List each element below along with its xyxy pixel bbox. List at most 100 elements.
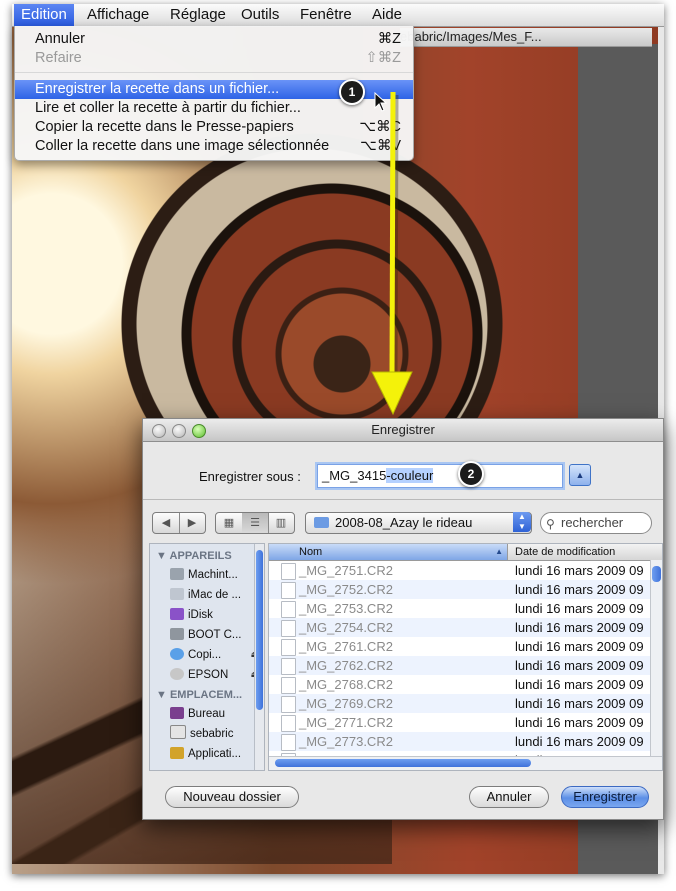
menu-fenetre[interactable]: Fenêtre	[293, 4, 359, 26]
table-row[interactable]: _MG_2752.CR2 lundi 16 mars 2009 09	[269, 580, 650, 599]
sidebar-item-label: EPSON	[188, 669, 229, 681]
sidebar-header-places[interactable]: ▼ EMPLACEM...	[156, 689, 242, 701]
file-date: lundi 16 mars 2009 09	[515, 715, 644, 730]
table-row[interactable]: _MG_2751.CR2 lundi 16 mars 2009 09	[269, 561, 650, 580]
menu-item-shortcut: ⌘Z	[377, 31, 401, 47]
column-view-icon[interactable]: ▥	[268, 513, 294, 533]
file-name: _MG_2768.CR2	[299, 677, 393, 692]
table-row[interactable]: _MG_2771.CR2 lundi 16 mars 2009 09	[269, 713, 650, 732]
sidebar-item-label: Bureau	[188, 708, 226, 720]
file-date: lundi 16 mars 2009 09	[515, 658, 644, 673]
file-name: _MG_2761.CR2	[299, 639, 393, 654]
hard-drive-icon	[170, 628, 184, 640]
mouse-pointer-icon	[374, 92, 388, 112]
folder-name: 2008-08_Azay le rideau	[335, 515, 473, 530]
sidebar-item-bootcamp[interactable]: BOOT C...	[170, 626, 260, 644]
table-row[interactable]: _MG_2761.CR2 lundi 16 mars 2009 09	[269, 637, 650, 656]
table-row[interactable]: _MG_2762.CR2 lundi 16 mars 2009 09	[269, 656, 650, 675]
sort-ascending-icon: ▲	[495, 547, 503, 556]
table-row[interactable]: _MG_2773.CR2 lundi 16 mars 2009 09	[269, 732, 650, 751]
raw-file-icon	[281, 715, 296, 732]
file-name: _MG_2773.CR2	[299, 734, 393, 749]
menu-item-annuler[interactable]: Annuler ⌘Z	[15, 30, 413, 49]
expand-dialog-button[interactable]: ▲	[569, 464, 591, 486]
menu-outils[interactable]: Outils	[234, 4, 286, 26]
computer-icon	[170, 588, 184, 600]
minimize-window-button[interactable]	[172, 424, 186, 438]
sidebar-item-label: sebabric	[190, 728, 234, 740]
view-mode-selector: ▦ ☰ ▥	[215, 512, 295, 534]
sidebar-header-devices[interactable]: ▼ APPAREILS	[156, 550, 232, 562]
file-date: lundi 16 mars 2009 09	[515, 677, 644, 692]
sidebar-item-applications[interactable]: Applicati...	[170, 745, 260, 763]
icon-view-icon[interactable]: ▦	[216, 513, 243, 533]
sidebar-header-label: EMPLACEM...	[169, 689, 243, 701]
menu-item-copy-recipe[interactable]: Copier la recette dans le Presse-papiers…	[15, 118, 413, 137]
filename-selection: -couleur	[386, 468, 434, 483]
dialog-title: Enregistrer	[143, 419, 663, 442]
file-date: lundi 16 mars 2009 09	[515, 582, 644, 597]
menu-bar: Edition Affichage Réglage Outils Fenêtre…	[12, 4, 664, 27]
sidebar-item-idisk[interactable]: iDisk	[170, 606, 260, 624]
column-header-bar: Nom ▲ Date de modification	[269, 544, 662, 561]
save-as-label: Enregistrer sous :	[199, 469, 301, 484]
raw-file-icon	[281, 582, 296, 599]
desktop-icon	[170, 707, 184, 719]
file-date: lundi 16 mars 2009 09	[515, 563, 644, 578]
sidebar-item-label: Copi...	[188, 649, 222, 661]
close-window-button[interactable]	[152, 424, 166, 438]
menu-item-label: Enregistrer la recette dans un fichier..…	[35, 81, 280, 97]
column-header-name[interactable]: Nom ▲	[269, 544, 508, 560]
sidebar-item-imac[interactable]: iMac de ...	[170, 586, 260, 604]
sidebar-item-label: Applicati...	[188, 748, 242, 760]
raw-file-icon	[281, 620, 296, 637]
home-icon	[170, 725, 186, 739]
table-row[interactable]: _MG_2754.CR2 lundi 16 mars 2009 09	[269, 618, 650, 637]
filename-input[interactable]: _MG_3415-couleur	[317, 464, 563, 488]
sidebar-item-bureau[interactable]: Bureau	[170, 705, 260, 723]
new-folder-button[interactable]: Nouveau dossier	[165, 786, 299, 808]
table-row[interactable]: _MG_2769.CR2 lundi 16 mars 2009 09	[269, 694, 650, 713]
menu-item-label: Lire et coller la recette à partir du fi…	[35, 100, 301, 116]
file-list-vscroll-thumb[interactable]	[652, 566, 661, 582]
file-date: lundi 16 mars 2009 09	[515, 620, 644, 635]
save-button[interactable]: Enregistrer	[561, 786, 649, 808]
back-arrow-icon[interactable]: ◀	[153, 513, 180, 533]
sidebar-item-label: iDisk	[188, 609, 213, 621]
table-row[interactable]: _MG_2753.CR2 lundi 16 mars 2009 09	[269, 599, 650, 618]
file-date: lundi 16 mars 2009 09	[515, 696, 644, 711]
applications-icon	[170, 747, 184, 759]
sidebar-item-home[interactable]: sebabric	[170, 725, 260, 743]
cancel-button[interactable]: Annuler	[469, 786, 549, 808]
zoom-window-button[interactable]	[192, 424, 206, 438]
file-name: _MG_2762.CR2	[299, 658, 393, 673]
menu-reglage[interactable]: Réglage	[163, 4, 233, 26]
menu-affichage[interactable]: Affichage	[80, 4, 156, 26]
sidebar-item-machintosh[interactable]: Machint...	[170, 566, 260, 584]
file-name: _MG_2753.CR2	[299, 601, 393, 616]
sidebar: ▼ APPAREILS Machint... iMac de ... iDisk…	[149, 543, 265, 771]
file-date: lundi 16 mars 2009 09	[515, 734, 644, 749]
menu-aide[interactable]: Aide	[365, 4, 409, 26]
menu-edition[interactable]: Edition	[14, 4, 74, 26]
sidebar-item-copi[interactable]: Copi...⏏	[170, 646, 260, 664]
file-list: Nom ▲ Date de modification _MG_2751.CR2 l…	[268, 543, 663, 771]
menu-item-refaire[interactable]: Refaire ⇧⌘Z	[15, 49, 413, 68]
forward-arrow-icon[interactable]: ▶	[179, 513, 205, 533]
table-row[interactable]: _MG_2768.CR2 lundi 16 mars 2009 09	[269, 675, 650, 694]
sidebar-item-epson[interactable]: EPSON⏏	[170, 666, 260, 684]
column-header-date[interactable]: Date de modification	[509, 544, 662, 560]
sidebar-scroll-thumb[interactable]	[256, 550, 263, 710]
search-field[interactable]: ⚲ rechercher	[540, 512, 652, 534]
list-view-icon[interactable]: ☰	[242, 513, 269, 533]
folder-popup[interactable]: 2008-08_Azay le rideau ▲ ▼	[305, 512, 532, 534]
step-badge-2: 2	[458, 461, 484, 487]
menu-item-label: Refaire	[35, 50, 82, 66]
menu-item-paste-recipe[interactable]: Coller la recette dans une image sélecti…	[15, 137, 413, 156]
menu-item-label: Coller la recette dans une image sélecti…	[35, 138, 330, 154]
popup-arrows-icon: ▲ ▼	[513, 512, 531, 532]
file-list-hscroll-thumb[interactable]	[275, 759, 531, 767]
sidebar-item-label: Machint...	[188, 569, 238, 581]
file-date: lundi 16 mars 2009 09	[515, 601, 644, 616]
file-list-vscrollbar[interactable]	[650, 560, 662, 756]
